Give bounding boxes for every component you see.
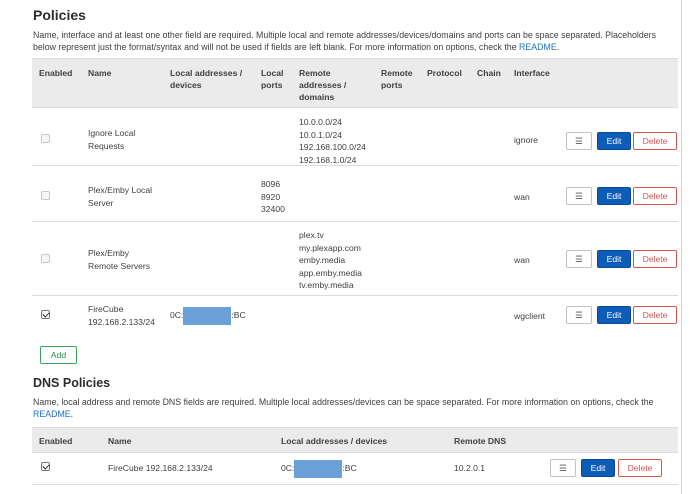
- dns-table-header: Enabled Name Local addresses / devices R…: [32, 427, 678, 453]
- col-name: Name: [88, 68, 112, 78]
- page-edge-divider: [681, 0, 682, 494]
- dns-policy-row: FireCube 192.168.2.133/24 0C: :BC 10.2.0.…: [32, 453, 678, 485]
- col-local-addresses: Local addresses / devices: [170, 68, 243, 90]
- policy-row: Plex/Emby Local Server 8096 8920 32400 w…: [32, 166, 678, 222]
- policies-description-text: Name, interface and at least one other f…: [33, 30, 656, 52]
- policy-edit-button[interactable]: Edit: [597, 132, 631, 150]
- redaction-block: [294, 459, 343, 478]
- col-interface: Interface: [514, 68, 550, 78]
- dns-policy-name: FireCube 192.168.2.133/24: [108, 463, 213, 473]
- policies-description: Name, interface and at least one other f…: [33, 29, 663, 53]
- policy-name: Plex/Emby Remote Servers: [88, 248, 151, 271]
- dns-policies-title: DNS Policies: [33, 376, 111, 390]
- policy-menu-button[interactable]: ☰: [566, 132, 592, 150]
- col-chain: Chain: [477, 68, 501, 78]
- policy-name: FireCube 192.168.2.133/24: [88, 304, 155, 327]
- policy-enabled-checkbox[interactable]: [41, 191, 50, 200]
- policy-edit-button[interactable]: Edit: [597, 250, 631, 268]
- policy-enabled-checkbox[interactable]: [41, 134, 50, 143]
- dns-description-text: Name, local address and remote DNS field…: [33, 397, 654, 407]
- dns-policies-description: Name, local address and remote DNS field…: [33, 396, 673, 420]
- policy-remote-addresses: 10.0.0.0/24 10.0.1.0/24 192.168.100.0/24…: [299, 117, 366, 165]
- policy-name: Plex/Emby Local Server: [88, 185, 153, 208]
- policy-edit-button[interactable]: Edit: [597, 306, 631, 324]
- dns-menu-button[interactable]: ☰: [550, 459, 576, 477]
- policy-delete-button[interactable]: Delete: [633, 250, 677, 268]
- local-address-suffix: :BC: [231, 310, 246, 320]
- policy-interface: wgclient: [514, 311, 546, 321]
- policy-edit-button[interactable]: Edit: [597, 187, 631, 205]
- redaction-block: [183, 306, 232, 325]
- policy-menu-button[interactable]: ☰: [566, 306, 592, 324]
- policy-delete-button[interactable]: Delete: [633, 306, 677, 324]
- policy-enabled-checkbox[interactable]: [41, 254, 50, 263]
- dns-col-enabled: Enabled: [39, 436, 73, 446]
- policy-interface: wan: [514, 192, 530, 202]
- policy-row: FireCube 192.168.2.133/24 0C: :BC wgclien…: [32, 296, 678, 334]
- dns-local-addresses: 0C: :BC: [281, 459, 357, 478]
- policy-enabled-checkbox[interactable]: [41, 310, 50, 319]
- policy-menu-button[interactable]: ☰: [566, 250, 592, 268]
- dns-col-name: Name: [108, 436, 132, 446]
- policy-delete-button[interactable]: Delete: [633, 132, 677, 150]
- policy-local-ports: 8096 8920 32400: [261, 179, 285, 214]
- dns-col-remote-dns: Remote DNS: [454, 436, 507, 446]
- policy-row: Ignore Local Requests 10.0.0.0/24 10.0.1…: [32, 108, 678, 166]
- dns-local-address-suffix: :BC: [342, 463, 357, 473]
- col-local-ports: Local ports: [261, 68, 284, 90]
- policy-name: Ignore Local Requests: [88, 128, 136, 151]
- dns-readme-link[interactable]: README: [33, 409, 71, 419]
- policy-row: Plex/Emby Remote Servers plex.tv my.plex…: [32, 222, 678, 296]
- policies-table-header: Enabled Name Local addresses / devices L…: [32, 58, 678, 108]
- policies-description-suffix: .: [556, 42, 560, 52]
- dns-remote-dns: 10.2.0.1: [454, 463, 486, 473]
- dns-delete-button[interactable]: Delete: [618, 459, 662, 477]
- col-enabled: Enabled: [39, 68, 73, 78]
- policy-delete-button[interactable]: Delete: [633, 187, 677, 205]
- policy-interface: ignore: [514, 135, 538, 145]
- col-remote-addresses: Remote addresses / domains: [299, 68, 347, 102]
- policies-readme-link[interactable]: README: [519, 42, 557, 52]
- policy-remote-addresses: plex.tv my.plexapp.com emby.media app.em…: [299, 230, 362, 290]
- policy-local-addresses: 0C: :BC: [170, 306, 246, 325]
- dns-local-address-prefix: 0C:: [281, 463, 295, 473]
- col-protocol: Protocol: [427, 68, 462, 78]
- dns-col-local-addresses: Local addresses / devices: [281, 436, 388, 446]
- col-remote-ports: Remote ports: [381, 68, 413, 90]
- policy-interface: wan: [514, 255, 530, 265]
- add-policy-button[interactable]: Add: [40, 346, 77, 364]
- dns-description-suffix: .: [70, 409, 74, 419]
- dns-enabled-checkbox[interactable]: [41, 462, 50, 471]
- dns-edit-button[interactable]: Edit: [581, 459, 615, 477]
- policy-menu-button[interactable]: ☰: [566, 187, 592, 205]
- local-address-prefix: 0C:: [170, 310, 184, 320]
- policies-title: Policies: [33, 7, 86, 23]
